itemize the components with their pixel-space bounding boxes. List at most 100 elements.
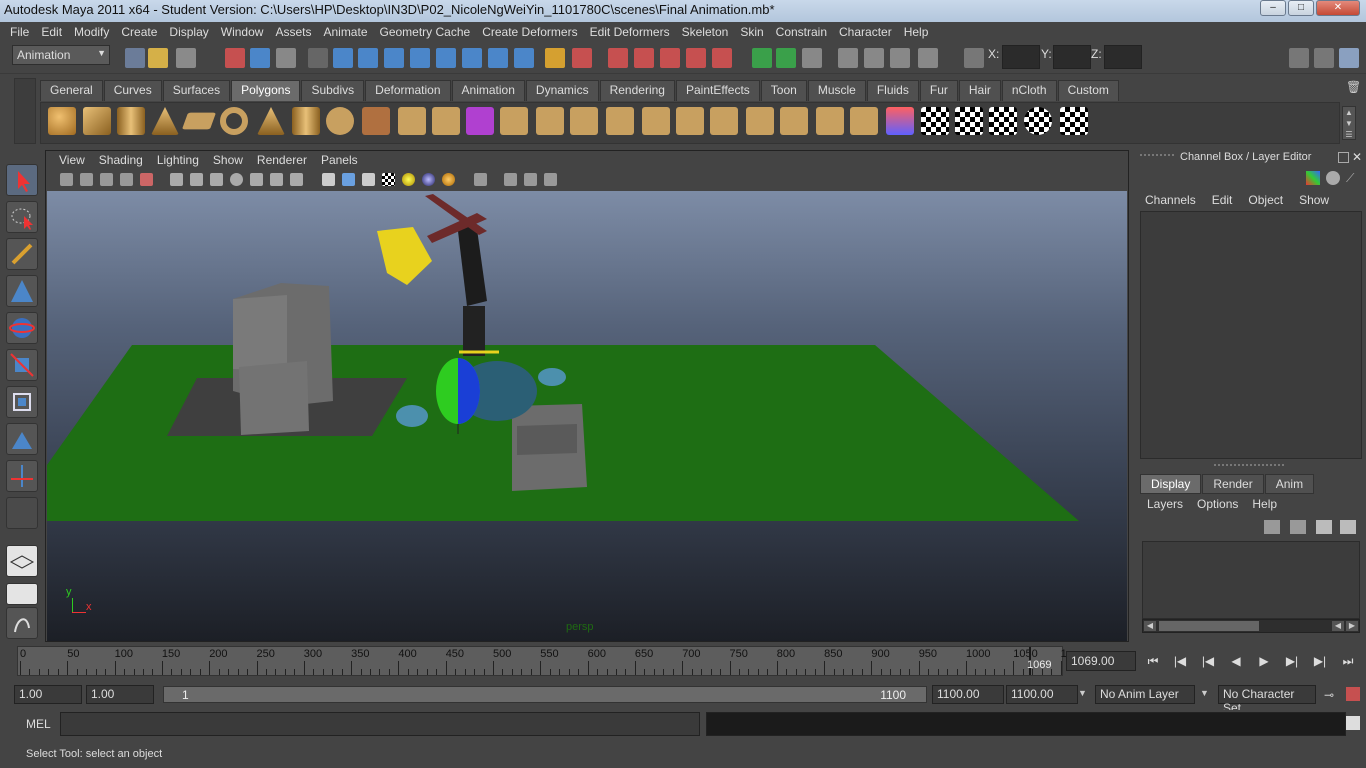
float-panel-icon[interactable] xyxy=(1338,152,1349,163)
camera-attributes-icon[interactable] xyxy=(80,173,93,186)
time-slider[interactable]: 0 50 100 150 200 250 300 350 400 450 500 550 600 650 7… xyxy=(17,646,1067,676)
image-plane-icon[interactable] xyxy=(120,173,133,186)
transform-field-icon[interactable] xyxy=(964,48,984,68)
menu-edit[interactable]: Edit xyxy=(35,25,68,39)
shelf-tab-custom[interactable]: Custom xyxy=(1057,80,1119,101)
menu-character[interactable]: Character xyxy=(833,25,898,39)
soft-modification-tool-icon[interactable] xyxy=(6,423,38,455)
shelf-scroll-icon[interactable]: ▲ ▼ ☰ xyxy=(1342,106,1356,140)
anim-layer-dropdown[interactable]: No Anim Layer xyxy=(1095,685,1195,704)
snap-point-icon[interactable] xyxy=(660,48,680,68)
new-scene-icon[interactable] xyxy=(125,48,145,68)
channel-box-toggle-icon[interactable] xyxy=(1306,171,1320,185)
snap-curve-icon[interactable] xyxy=(634,48,654,68)
viewport-menu-show[interactable]: Show xyxy=(206,153,250,167)
chevron-down-icon[interactable]: ▼ xyxy=(1078,688,1087,698)
append-polygon-icon[interactable] xyxy=(570,107,598,135)
viewport-menu-view[interactable]: View xyxy=(52,153,92,167)
bevel-icon[interactable] xyxy=(746,107,774,135)
playback-end-field[interactable]: 1100.00 xyxy=(932,685,1004,704)
fill-hole-icon[interactable] xyxy=(780,107,808,135)
new-empty-layer-icon[interactable] xyxy=(1316,520,1332,534)
key-icon[interactable]: ⊸ xyxy=(1324,688,1334,702)
play-backwards-icon[interactable]: ◀ xyxy=(1226,654,1246,670)
channel-box-list[interactable] xyxy=(1140,211,1362,459)
z-field[interactable] xyxy=(1104,45,1142,69)
render-current-icon[interactable] xyxy=(864,48,884,68)
menu-assets[interactable]: Assets xyxy=(269,25,317,39)
ipr-render-icon[interactable] xyxy=(890,48,910,68)
sculpt-geometry-icon[interactable] xyxy=(886,107,914,135)
move-layer-icon[interactable] xyxy=(1264,520,1280,534)
shadows-icon[interactable] xyxy=(422,173,435,186)
wireframe-on-shaded-icon[interactable] xyxy=(362,173,375,186)
quadrangulate-icon[interactable] xyxy=(850,107,878,135)
shelf-tab-muscle[interactable]: Muscle xyxy=(807,80,866,101)
select-tool-icon[interactable] xyxy=(6,164,38,196)
layer-list-scrollbar[interactable]: ◀ ◀ ▶ xyxy=(1142,619,1360,633)
shelf-tab-general[interactable]: General xyxy=(40,80,103,101)
poly-sphere-icon[interactable] xyxy=(48,107,76,135)
automatic-mapping-icon[interactable] xyxy=(1024,107,1052,135)
bridge-icon[interactable] xyxy=(536,107,564,135)
menu-create-deformers[interactable]: Create Deformers xyxy=(476,25,583,39)
resolution-gate-icon[interactable] xyxy=(210,173,223,186)
viewport-scene[interactable] xyxy=(47,191,1127,641)
playback-start-field[interactable]: 1.00 xyxy=(86,685,154,704)
menu-set-dropdown[interactable]: Animation ▼ xyxy=(12,45,110,65)
2d-pan-zoom-icon[interactable] xyxy=(140,173,153,186)
menu-edit-deformers[interactable]: Edit Deformers xyxy=(584,25,676,39)
shelf-tab-curves[interactable]: Curves xyxy=(103,80,162,101)
viewport-menu-shading[interactable]: Shading xyxy=(92,153,150,167)
single-perspective-layout-icon[interactable] xyxy=(6,545,38,577)
go-to-start-icon[interactable]: ⏮ xyxy=(1143,654,1163,670)
combine-icon[interactable] xyxy=(362,107,390,135)
animation-preferences-icon[interactable] xyxy=(1346,687,1360,701)
mask-icon[interactable] xyxy=(308,48,328,68)
outliner-layout-icon[interactable] xyxy=(6,607,38,639)
viewport-menu-lighting[interactable]: Lighting xyxy=(150,153,206,167)
chevron-down-icon[interactable]: ▼ xyxy=(1200,688,1209,698)
close-button[interactable]: ✕ xyxy=(1316,0,1360,16)
layer-menu-help[interactable]: Help xyxy=(1252,497,1277,511)
shelf-tab-subdivs[interactable]: Subdivs xyxy=(301,80,365,101)
select-deformations-icon[interactable] xyxy=(436,48,456,68)
construction-history-icon[interactable] xyxy=(802,48,822,68)
textured-icon[interactable] xyxy=(382,173,395,186)
merge-vertices-icon[interactable] xyxy=(710,107,738,135)
safe-action-icon[interactable] xyxy=(270,173,283,186)
smooth-icon[interactable] xyxy=(432,107,460,135)
separate-icon[interactable] xyxy=(398,107,426,135)
scroll-right-icon[interactable]: ▶ xyxy=(1346,621,1358,631)
poly-pipe-icon[interactable] xyxy=(292,107,320,135)
manipulator-tool-icon[interactable] xyxy=(6,386,38,418)
menu-display[interactable]: Display xyxy=(163,25,214,39)
high-quality-icon[interactable] xyxy=(442,173,455,186)
save-scene-icon[interactable] xyxy=(176,48,196,68)
shelf-tab-fur[interactable]: Fur xyxy=(919,80,958,101)
layer-tab-anim[interactable]: Anim xyxy=(1264,474,1315,494)
menu-help[interactable]: Help xyxy=(898,25,935,39)
snap-live-icon[interactable] xyxy=(712,48,732,68)
new-layer-from-selected-icon[interactable] xyxy=(1340,520,1356,534)
select-handles-icon[interactable] xyxy=(333,48,353,68)
select-object-icon[interactable] xyxy=(250,48,270,68)
select-misc-icon[interactable] xyxy=(514,48,534,68)
camera-select-icon[interactable] xyxy=(60,173,73,186)
select-joints-icon[interactable] xyxy=(358,48,378,68)
field-chart-icon[interactable] xyxy=(250,173,263,186)
x-field[interactable] xyxy=(1002,45,1040,69)
shelf-tab-deformation[interactable]: Deformation xyxy=(365,80,451,101)
xray-joints-icon[interactable] xyxy=(524,173,537,186)
poly-torus-icon[interactable] xyxy=(220,107,248,135)
move-tool-icon[interactable] xyxy=(6,275,38,307)
paint-select-tool-icon[interactable] xyxy=(6,238,38,270)
scroll-thumb[interactable] xyxy=(1159,621,1259,631)
show-attribute-editor-icon[interactable] xyxy=(1289,48,1309,68)
show-tool-settings-icon[interactable] xyxy=(1314,48,1334,68)
lasso-tool-icon[interactable] xyxy=(6,201,38,233)
split-polygon-icon[interactable] xyxy=(606,107,634,135)
shelf-menu-handle[interactable] xyxy=(14,78,36,144)
scale-tool-icon[interactable] xyxy=(6,349,38,381)
bookmarks-icon[interactable] xyxy=(100,173,113,186)
